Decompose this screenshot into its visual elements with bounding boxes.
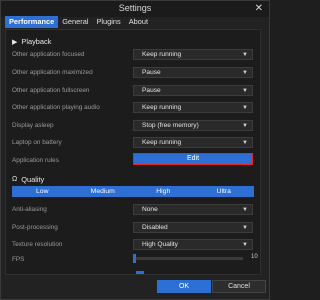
- settings-window: Settings ✕ Performance General Plugins A…: [0, 0, 270, 300]
- quality-low[interactable]: Low: [12, 186, 73, 197]
- chevron-down-icon: ▼: [242, 207, 248, 213]
- quality-medium[interactable]: Medium: [73, 186, 134, 197]
- row-label: Texture resolution: [12, 241, 63, 248]
- play-icon: ▶: [12, 38, 18, 46]
- select-value: Keep running: [142, 51, 182, 58]
- row-label: Other application focused: [12, 51, 85, 58]
- close-icon[interactable]: ✕: [255, 3, 263, 14]
- edit-rules-button[interactable]: Edit: [133, 153, 253, 165]
- quality-heading: Quality: [21, 175, 45, 184]
- focused-select[interactable]: Keep running ▼: [133, 49, 253, 60]
- select-value: Pause: [142, 69, 161, 76]
- select-value: Disabled: [142, 224, 168, 231]
- fps-value: 10: [251, 254, 258, 260]
- quality-ultra[interactable]: Ultra: [194, 186, 255, 197]
- fps-slider-track[interactable]: [133, 257, 243, 260]
- chevron-down-icon: ▼: [242, 70, 248, 76]
- tab-bar: Performance General Plugins About: [5, 16, 152, 28]
- anti-aliasing-select[interactable]: None ▼: [133, 204, 253, 215]
- playback-heading: Playback: [21, 37, 52, 46]
- playing-audio-select[interactable]: Keep running ▼: [133, 102, 253, 113]
- fullscreen-select[interactable]: Pause ▼: [133, 85, 253, 96]
- texture-resolution-select[interactable]: High Quality ▼: [133, 239, 253, 250]
- tab-general[interactable]: General: [58, 16, 92, 28]
- select-value: High Quality: [142, 241, 178, 248]
- slider-handle[interactable]: [136, 271, 144, 274]
- select-value: Keep running: [142, 104, 182, 111]
- title-bar: Settings ✕: [1, 1, 269, 17]
- select-value: None: [142, 206, 158, 213]
- window-title: Settings: [118, 3, 152, 13]
- chevron-down-icon: ▼: [242, 105, 248, 111]
- chevron-down-icon: ▼: [242, 52, 248, 58]
- maximized-select[interactable]: Pause ▼: [133, 67, 253, 78]
- quality-high[interactable]: High: [133, 186, 194, 197]
- quality-preset-bar: Low Medium High Ultra: [12, 186, 254, 197]
- chevron-down-icon: ▼: [242, 242, 248, 248]
- tab-performance[interactable]: Performance: [5, 16, 59, 28]
- chevron-down-icon: ▼: [242, 225, 248, 231]
- chevron-down-icon: ▼: [242, 123, 248, 129]
- gauge-icon: Ω: [12, 176, 18, 183]
- row-label: Other application playing audio: [12, 104, 100, 111]
- row-label: Post-processing: [12, 224, 58, 231]
- select-value: Stop (free memory): [142, 122, 199, 129]
- fps-slider-handle[interactable]: [133, 254, 136, 263]
- tab-plugins[interactable]: Plugins: [92, 16, 124, 28]
- quality-section-header: Ω Quality: [12, 175, 44, 184]
- row-label: Display asleep: [12, 122, 54, 129]
- row-label: Anti-aliasing: [12, 206, 47, 213]
- ok-button[interactable]: OK: [157, 280, 211, 293]
- row-label: Other application fullscreen: [12, 87, 90, 94]
- cancel-button[interactable]: Cancel: [212, 280, 266, 293]
- battery-select[interactable]: Keep running ▼: [133, 137, 253, 148]
- chevron-down-icon: ▼: [242, 140, 248, 146]
- settings-panel: ▶ Playback Other application focused Kee…: [5, 29, 261, 275]
- select-value: Pause: [142, 87, 161, 94]
- tab-about[interactable]: About: [125, 16, 152, 28]
- playback-section-header: ▶ Playback: [12, 37, 51, 46]
- fps-label: FPS: [12, 256, 25, 263]
- row-label: Laptop on battery: [12, 139, 62, 146]
- post-processing-select[interactable]: Disabled ▼: [133, 222, 253, 233]
- display-asleep-select[interactable]: Stop (free memory) ▼: [133, 120, 253, 131]
- row-label: Application rules: [12, 157, 59, 164]
- select-value: Keep running: [142, 139, 182, 146]
- chevron-down-icon: ▼: [242, 88, 248, 94]
- row-label: Other application maximized: [12, 69, 93, 76]
